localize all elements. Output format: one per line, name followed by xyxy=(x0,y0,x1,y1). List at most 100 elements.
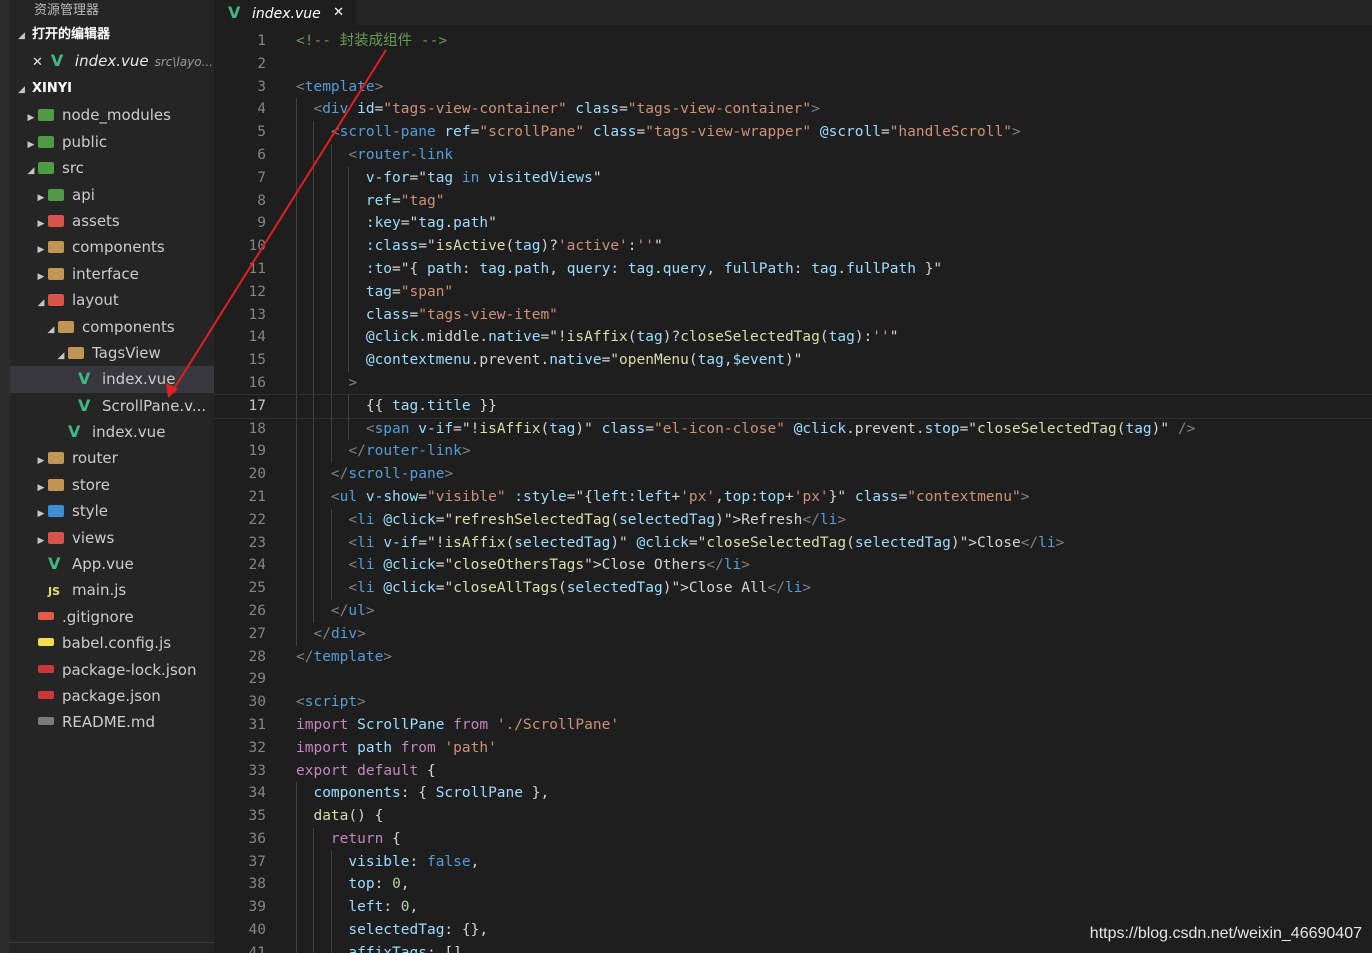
folder-icon xyxy=(38,162,54,175)
code-token: { xyxy=(383,830,401,847)
code-editor[interactable]: 1 2 3 4 5 6 7 8 9 10 11 12 13 14 15 16 17 18 19 20 21 22 23 24 2… xyxy=(214,30,1372,953)
open-editors-section[interactable]: ◢ 打开的编辑器 xyxy=(10,22,214,48)
tree-item-style[interactable]: ▶ style xyxy=(10,498,214,524)
indent-guide xyxy=(296,508,297,532)
tab-close-icon[interactable]: ✕ xyxy=(333,0,344,25)
code-line[interactable]: export default { xyxy=(296,760,1372,783)
code-line[interactable]: <li @click="closeAllTags(selectedTag)">C… xyxy=(296,577,1372,600)
code-line[interactable]: tag="span" xyxy=(296,280,1372,304)
code-line[interactable]: </div> xyxy=(296,622,1372,646)
line-number: 21 xyxy=(248,488,266,505)
tree-item-src[interactable]: ◢ src xyxy=(10,155,214,181)
code-line[interactable]: </template> xyxy=(296,646,1372,669)
code-line[interactable]: > xyxy=(296,371,1372,395)
code-area[interactable]: <!-- 封装成组件 --> <template> <div id="tags-… xyxy=(214,30,1372,953)
code-token: refreshSelectedTag xyxy=(453,511,611,528)
code-line[interactable]: <ul v-show="visible" :style="{left:left+… xyxy=(296,485,1372,509)
tree-item-interface[interactable]: ▶ interface xyxy=(10,261,214,287)
code-line[interactable]: :key="tag.path" xyxy=(296,212,1372,236)
code-token: > xyxy=(837,511,847,528)
tree-item-components[interactable]: ▶ components xyxy=(10,234,214,260)
code-line[interactable]: {{ tag.title }} xyxy=(214,393,1372,419)
tree-item-scrollpane-v[interactable]: V ScrollPane.v... xyxy=(10,393,214,419)
code-token: from xyxy=(453,716,489,733)
code-line[interactable]: components: { ScrollPane }, xyxy=(296,782,1372,806)
code-line[interactable]: class="tags-view-item" xyxy=(296,303,1372,327)
tree-item-package-json[interactable]: package.json xyxy=(10,683,214,709)
tree-item-main-js[interactable]: JS main.js xyxy=(10,577,214,603)
code-line[interactable] xyxy=(296,668,1372,691)
tree-item-assets[interactable]: ▶ assets xyxy=(10,208,214,234)
code-token: selectedTag xyxy=(619,511,716,528)
close-icon[interactable]: ✕ xyxy=(32,55,43,70)
code-line[interactable]: </ul> xyxy=(296,599,1372,623)
tree-item-index-vue[interactable]: Vindex.vue xyxy=(10,366,214,393)
tree-item-tagsview[interactable]: ◢ TagsView xyxy=(10,340,214,366)
tree-item-package-lock-json[interactable]: package-lock.json xyxy=(10,657,214,683)
code-line[interactable]: import ScrollPane from './ScrollPane' xyxy=(296,714,1372,737)
line-number: 2 xyxy=(257,55,266,72)
code-line[interactable]: <li @click="refreshSelectedTag(selectedT… xyxy=(296,508,1372,532)
code-line[interactable]: </scroll-pane> xyxy=(296,463,1372,486)
project-section[interactable]: ◢ XINYI xyxy=(10,76,214,102)
code-token: </ xyxy=(706,557,724,574)
code-line[interactable]: ref="tag" xyxy=(296,189,1372,213)
indent-guide xyxy=(313,189,315,213)
tree-item-views[interactable]: ▶ views xyxy=(10,525,214,551)
indent-guide xyxy=(313,143,315,167)
code-line[interactable]: @contextmenu.prevent.native="openMenu(ta… xyxy=(296,349,1372,372)
line-number: 15 xyxy=(248,352,266,369)
code-line[interactable]: v-for="tag in visitedViews" xyxy=(296,166,1372,190)
code-line[interactable]: <span v-if="!isAffix(tag)" class="el-ico… xyxy=(296,417,1372,441)
code-line[interactable]: <router-link xyxy=(296,143,1372,167)
code-line[interactable]: <!-- 封装成组件 --> xyxy=(296,30,1372,53)
tree-item-label: interface xyxy=(72,264,139,283)
code-line[interactable]: <li v-if="!isAffix(selectedTag)" @click=… xyxy=(296,531,1372,555)
indent-guide xyxy=(330,919,332,942)
code-line[interactable]: visible: false, xyxy=(296,850,1372,874)
line-number: 30 xyxy=(248,694,266,711)
code-token: : { xyxy=(400,785,436,802)
code-line[interactable]: left: 0, xyxy=(296,896,1372,920)
code-token: closeAllTags xyxy=(453,580,558,597)
code-line[interactable]: :to="{ path: tag.path, query: tag.query,… xyxy=(296,257,1372,281)
code-line[interactable] xyxy=(296,53,1372,76)
code-line[interactable]: affixTags: [] xyxy=(296,941,1372,953)
tree-item-babel-config-js[interactable]: babel.config.js xyxy=(10,630,214,656)
tree-item-layout[interactable]: ◢ layout xyxy=(10,287,214,313)
tree-item-api[interactable]: ▶ api xyxy=(10,182,214,208)
code-line[interactable]: :class="isActive(tag)?'active':''" xyxy=(296,235,1372,258)
line-number-gutter: 1 2 3 4 5 6 7 8 9 10 11 12 13 14 15 16 17 18 19 20 21 22 23 24 2… xyxy=(214,30,266,953)
code-line[interactable]: @click.middle.native="!isAffix(tag)?clos… xyxy=(296,326,1372,350)
code-line[interactable]: top: 0, xyxy=(296,873,1372,897)
code-line[interactable]: <script> xyxy=(296,691,1372,714)
tab-index-vue[interactable]: Vindex.vue ✕ xyxy=(214,0,356,25)
tree-item-app-vue[interactable]: V App.vue xyxy=(10,551,214,577)
code-line[interactable]: <scroll-pane ref="scrollPane" class="tag… xyxy=(296,121,1372,144)
code-token: visitedViews xyxy=(488,169,593,186)
code-line[interactable]: import path from 'path' xyxy=(296,737,1372,760)
tree-item-readme-md[interactable]: README.md xyxy=(10,709,214,735)
code-token: > xyxy=(1011,124,1021,141)
indent-guide xyxy=(313,531,315,555)
code-line[interactable]: <template> xyxy=(296,76,1372,99)
tree-item-store[interactable]: ▶ store xyxy=(10,472,214,498)
tree-item-gitignore[interactable]: .gitignore xyxy=(10,604,214,630)
code-token: isAffix xyxy=(479,420,541,437)
tree-item-components[interactable]: ◢ components xyxy=(10,314,214,340)
code-line[interactable]: data() { xyxy=(296,805,1372,828)
open-editor-item[interactable]: ✕ Vindex.vue src\layo... xyxy=(10,48,214,74)
code-token: , xyxy=(723,352,733,369)
tree-item-public[interactable]: ▶ public xyxy=(10,129,214,155)
indent-guide xyxy=(296,827,297,851)
tree-item-node-modules[interactable]: ▶ node_modules xyxy=(10,102,214,128)
code-line[interactable]: <li @click="closeOthersTags">Close Other… xyxy=(296,554,1372,578)
tree-item-index-vue[interactable]: Vindex.vue xyxy=(10,419,214,445)
code-line[interactable]: return { xyxy=(296,827,1372,851)
tree-item-router[interactable]: ▶ router xyxy=(10,445,214,471)
code-line[interactable]: <div id="tags-view-container" class="tag… xyxy=(296,98,1372,122)
code-line[interactable]: </router-link> xyxy=(296,440,1372,464)
indent-guide xyxy=(330,212,332,236)
